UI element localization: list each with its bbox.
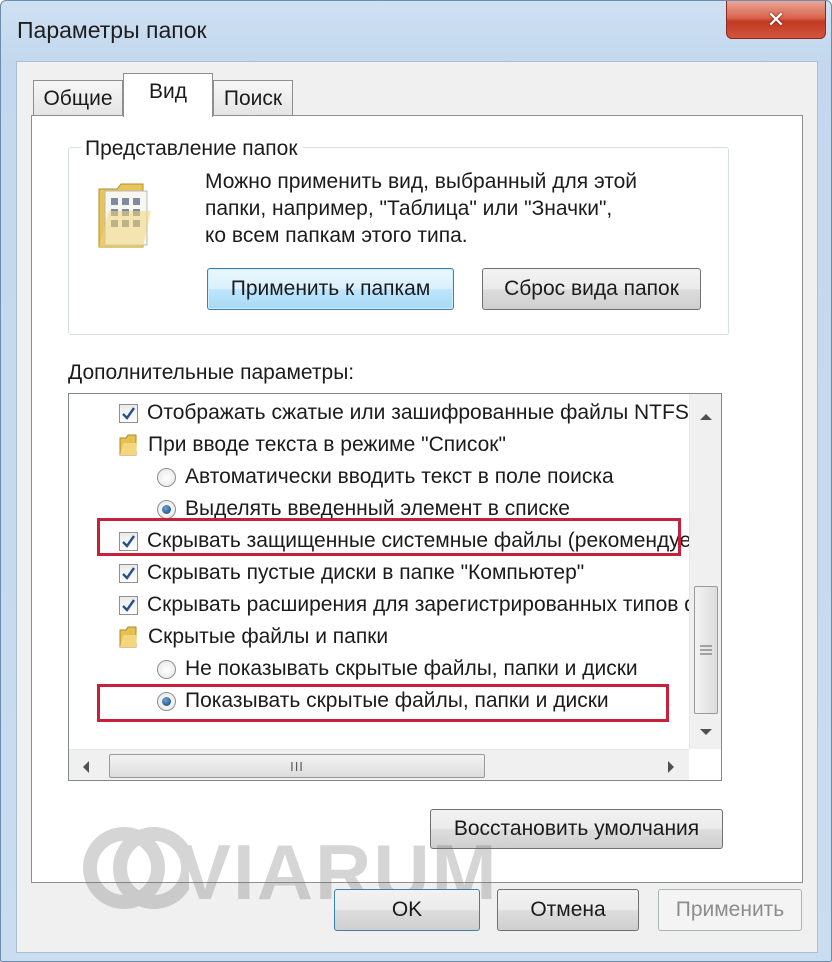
description-line: ко всем папкам этого типа.: [205, 224, 468, 247]
description-line: папки, например, "Таблица" или "Значки",: [205, 197, 613, 220]
apply-label: Применить: [675, 898, 785, 921]
description-line: Можно применить вид, выбранный для этой: [205, 170, 638, 193]
cancel-button[interactable]: Отмена: [497, 889, 639, 931]
tree-item-label: Скрывать пустые диски в папке "Компьютер…: [147, 561, 585, 584]
scroll-down-arrow-icon[interactable]: [699, 724, 713, 742]
advanced-settings-label: Дополнительные параметры:: [68, 361, 355, 384]
radio-button[interactable]: [157, 499, 176, 519]
tree-item-label: Скрытые файлы и папки: [148, 625, 389, 648]
tab-view[interactable]: Вид: [123, 73, 213, 117]
scroll-left-arrow-icon[interactable]: [81, 760, 90, 779]
checkbox[interactable]: [119, 595, 138, 615]
tree-item-select-typed[interactable]: Выделять введенный элемент в списке: [157, 494, 570, 524]
tree-item-label: Скрывать защищенные системные файлы (рек…: [147, 529, 722, 552]
tree-item-show-ntfs[interactable]: Отображать сжатые или зашифрованные файл…: [119, 398, 689, 428]
close-button[interactable]: ✕: [726, 1, 826, 39]
checkbox[interactable]: [119, 563, 138, 583]
window-title: Параметры папок: [17, 17, 207, 43]
reset-folders-button[interactable]: Сброс вида папок: [482, 268, 701, 310]
tree-item-hide-protected[interactable]: Скрывать защищенные системные файлы (рек…: [119, 526, 722, 556]
cancel-label: Отмена: [530, 898, 606, 921]
apply-to-folders-button[interactable]: Применить к папкам: [207, 268, 454, 310]
tree-item-label: При вводе текста в режиме "Список": [148, 433, 506, 456]
checkmark-icon: [122, 534, 135, 548]
tree-item-label: Автоматически вводить текст в поле поиск…: [185, 465, 614, 488]
advanced-settings-tree[interactable]: Отображать сжатые или зашифрованные файл…: [68, 393, 722, 781]
tree-item-dont-show-hidden[interactable]: Не показывать скрытые файлы, папки и дис…: [157, 654, 638, 684]
horizontal-scroll-thumb[interactable]: III: [109, 754, 485, 778]
folder-view-icon: [97, 181, 153, 256]
tab-view-label: Вид: [149, 80, 187, 103]
tree-item-label: Показывать скрытые файлы, папки и диски: [185, 689, 609, 712]
tree-item-hide-extensions[interactable]: Скрывать расширения для зарегистрированн…: [119, 590, 722, 620]
scroll-grip-icon: III: [290, 758, 304, 774]
radio-button[interactable]: [157, 691, 176, 711]
folder-view-description: Можно применить вид, выбранный для этой …: [205, 168, 637, 249]
tree-item-hide-empty-drives[interactable]: Скрывать пустые диски в папке "Компьютер…: [119, 558, 584, 588]
tab-general-label: Общие: [43, 87, 113, 110]
folder-view-group-title: Представление папок: [81, 137, 302, 161]
folder-icon: [119, 626, 137, 648]
vertical-scroll-thumb[interactable]: [694, 586, 718, 714]
tab-search-label: Поиск: [223, 87, 283, 110]
tree-item-label: Скрывать расширения для зарегистрированн…: [147, 593, 722, 616]
folder-options-window: Параметры папок ✕ Общие Вид Поиск Предст…: [0, 0, 832, 962]
tab-general[interactable]: Общие: [33, 80, 123, 116]
checkbox[interactable]: [119, 403, 138, 423]
radio-button[interactable]: [157, 467, 176, 487]
apply-button[interactable]: Применить: [658, 889, 802, 931]
radio-dot-icon: [162, 504, 171, 514]
tree-item-label: Выделять введенный элемент в списке: [185, 497, 570, 520]
tree-item-label: Отображать сжатые или зашифрованные файл…: [147, 401, 689, 424]
close-icon: ✕: [766, 6, 786, 32]
tab-search[interactable]: Поиск: [213, 80, 293, 116]
apply-to-folders-label: Применить к папкам: [230, 277, 431, 300]
tree-item-label: Не показывать скрытые файлы, папки и дис…: [185, 657, 638, 680]
ok-button[interactable]: OK: [334, 889, 480, 931]
scroll-up-arrow-icon[interactable]: [699, 408, 713, 426]
tree-folder-hidden-files: Скрытые файлы и папки: [119, 622, 388, 652]
ok-label: OK: [391, 898, 423, 921]
tree-item-show-hidden[interactable]: Показывать скрытые файлы, папки и диски: [157, 686, 609, 716]
reset-folders-label: Сброс вида папок: [504, 277, 679, 300]
folder-icon: [119, 434, 137, 456]
checkmark-icon: [122, 598, 135, 612]
radio-dot-icon: [162, 696, 171, 706]
radio-button[interactable]: [157, 659, 176, 679]
checkmark-icon: [122, 566, 135, 580]
horizontal-scrollbar[interactable]: III: [69, 749, 689, 780]
tree-folder-list-typing: При вводе текста в режиме "Список": [119, 430, 506, 460]
scroll-right-arrow-icon[interactable]: [667, 760, 676, 779]
checkmark-icon: [122, 406, 135, 420]
tree-item-auto-type-search[interactable]: Автоматически вводить текст в поле поиск…: [157, 462, 614, 492]
checkbox[interactable]: [119, 531, 138, 551]
vertical-scrollbar[interactable]: [689, 394, 721, 749]
